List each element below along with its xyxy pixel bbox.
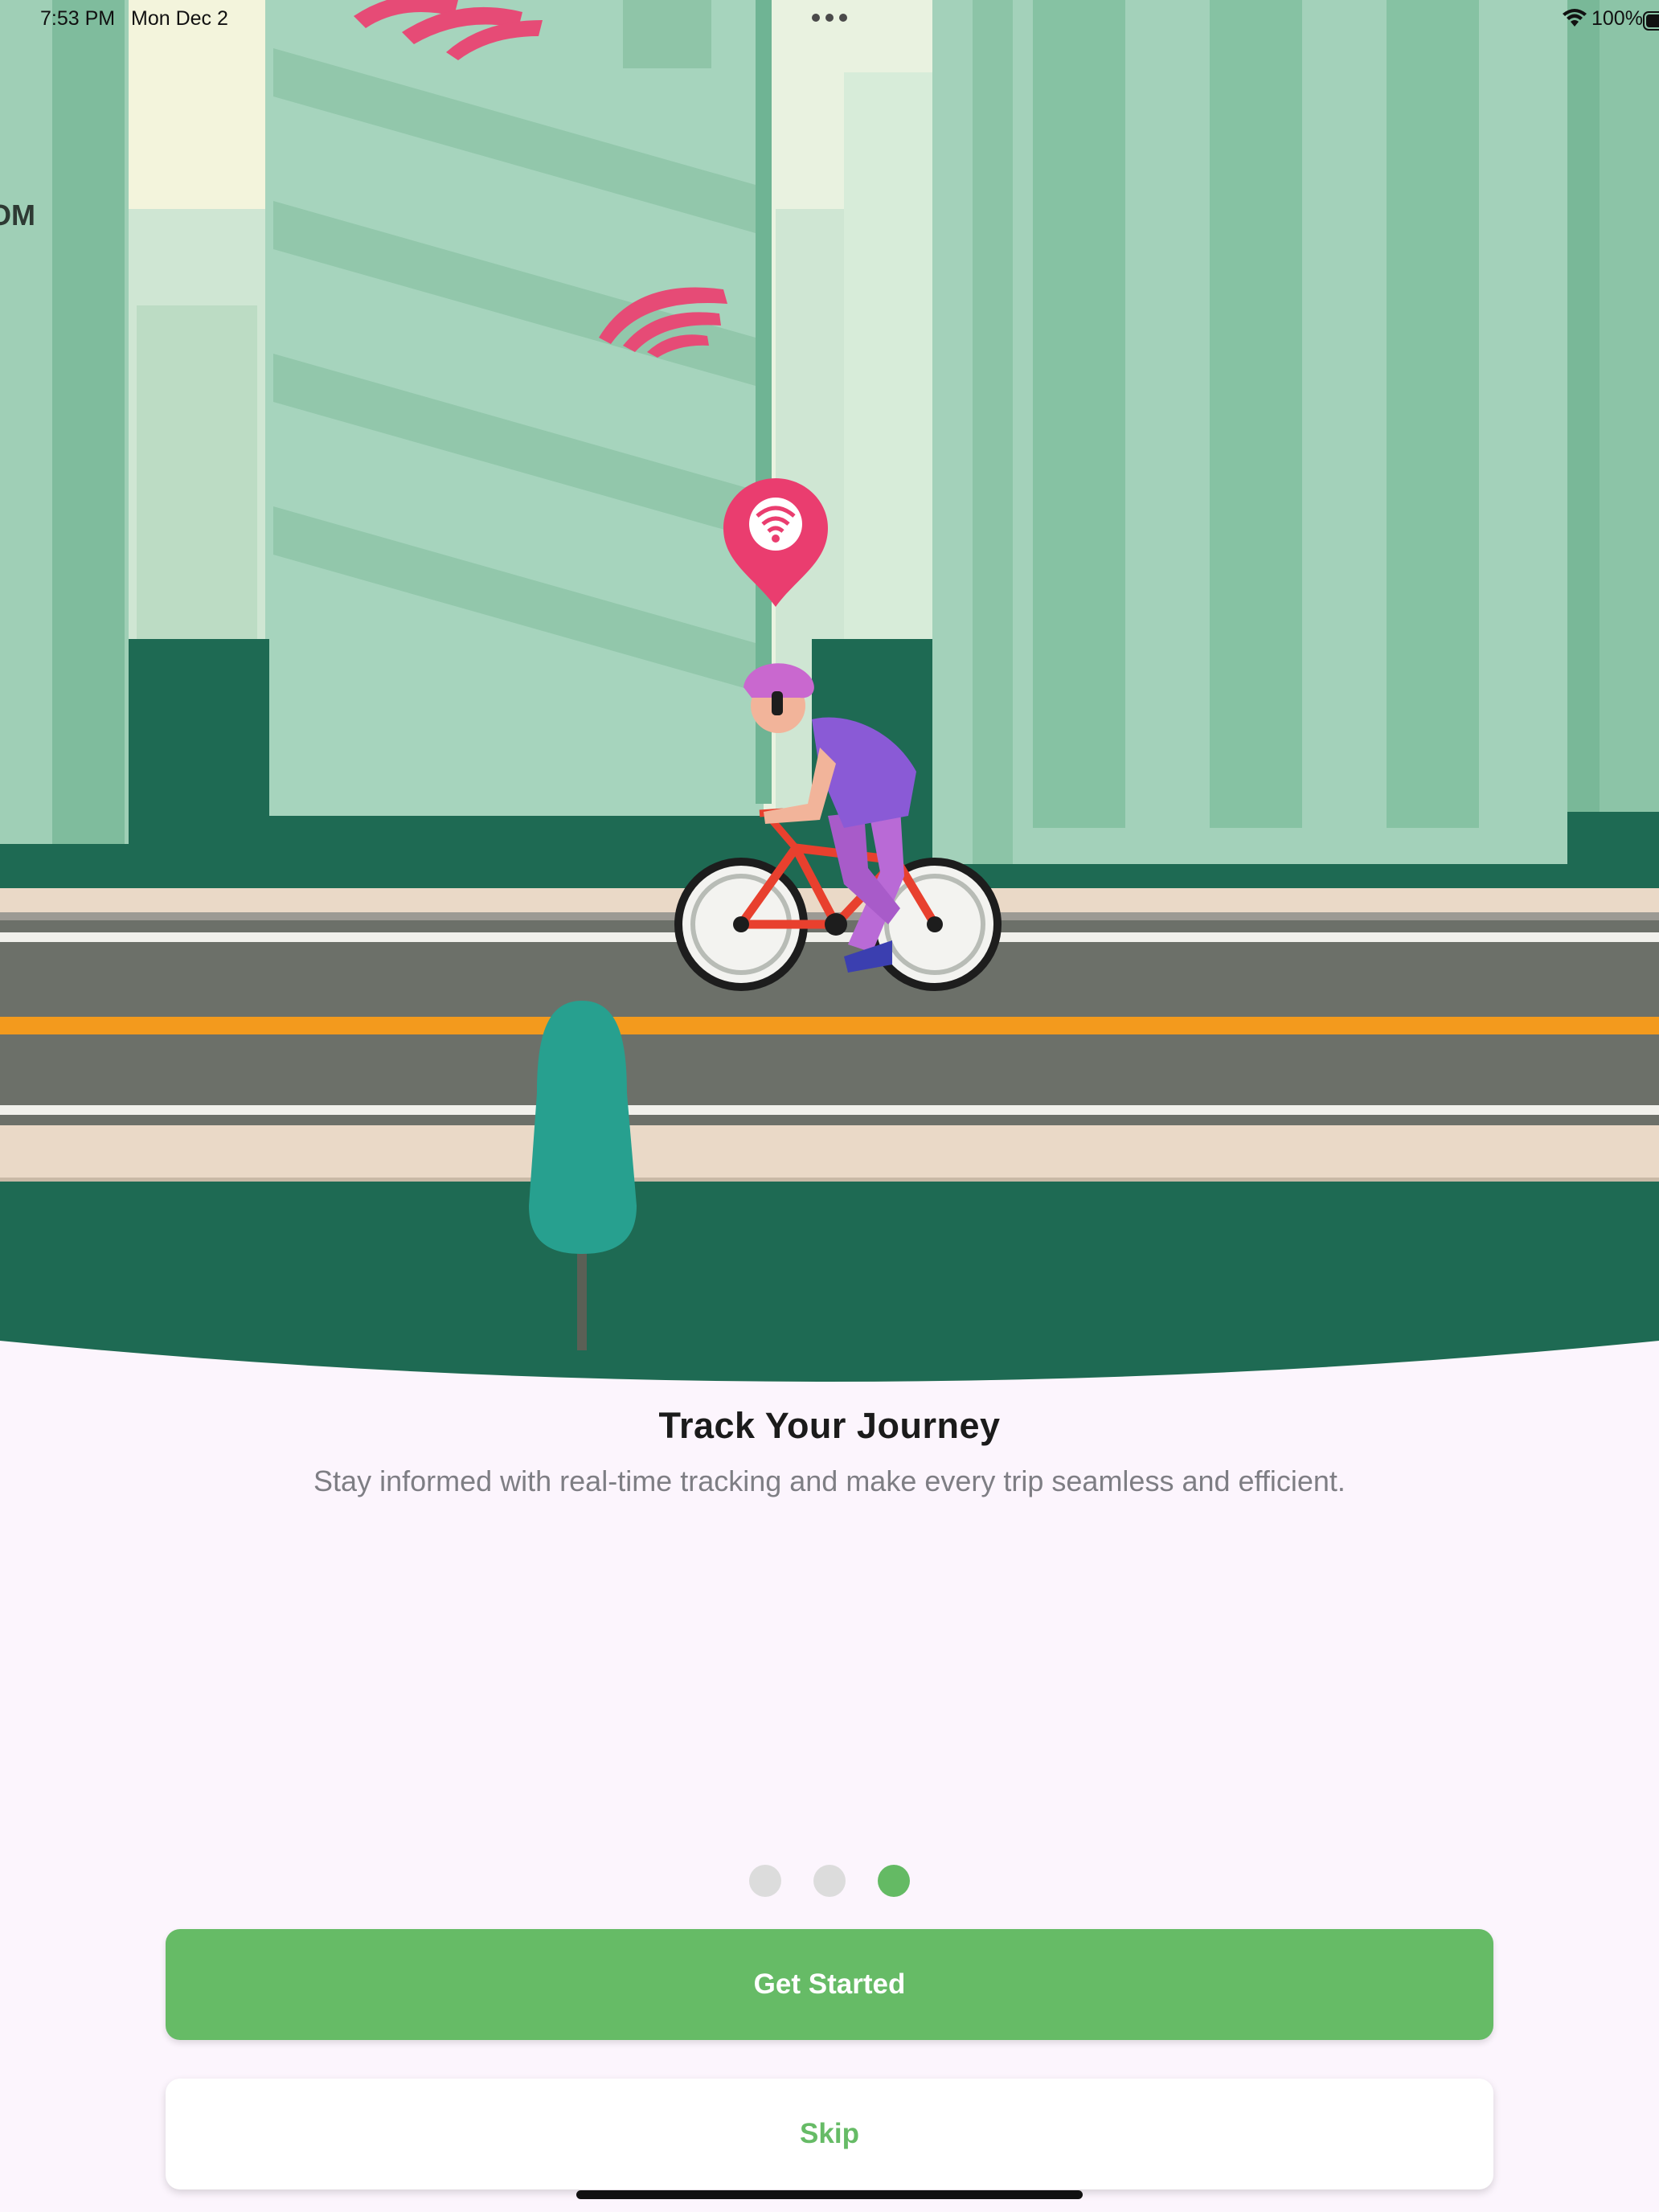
onboarding-illustration: OM: [0, 0, 1659, 1391]
battery-icon: [1643, 11, 1659, 31]
onboarding-screen: OM 7:53 PM Mon Dec 2 100% Track Your Jou…: [0, 0, 1659, 2212]
status-time: 7:53 PM: [40, 7, 116, 30]
skip-button[interactable]: Skip: [166, 2079, 1493, 2189]
status-bar: 7:53 PM Mon Dec 2 100%: [0, 0, 1659, 39]
wall-text: OM: [0, 199, 35, 231]
home-indicator[interactable]: [576, 2190, 1083, 2199]
road-center-line: [0, 1017, 1659, 1034]
page-dot-2[interactable]: [813, 1865, 846, 1897]
tree-illustration: [529, 1001, 637, 1254]
get-started-button[interactable]: Get Started: [166, 1929, 1493, 2040]
more-dots-icon[interactable]: [810, 14, 849, 23]
get-started-label: Get Started: [753, 1968, 906, 2000]
page-dot-1[interactable]: [749, 1865, 781, 1897]
battery-percent: 100%: [1591, 7, 1643, 30]
wifi-icon: [1563, 9, 1587, 27]
onboarding-title: Track Your Journey: [658, 1405, 1001, 1446]
skip-label: Skip: [800, 2118, 859, 2149]
page-dot-3-active[interactable]: [878, 1865, 910, 1897]
page-indicator: [748, 1865, 911, 1899]
status-date: Mon Dec 2: [131, 7, 228, 30]
onboarding-subtitle: Stay informed with real-time tracking an…: [313, 1464, 1346, 1497]
